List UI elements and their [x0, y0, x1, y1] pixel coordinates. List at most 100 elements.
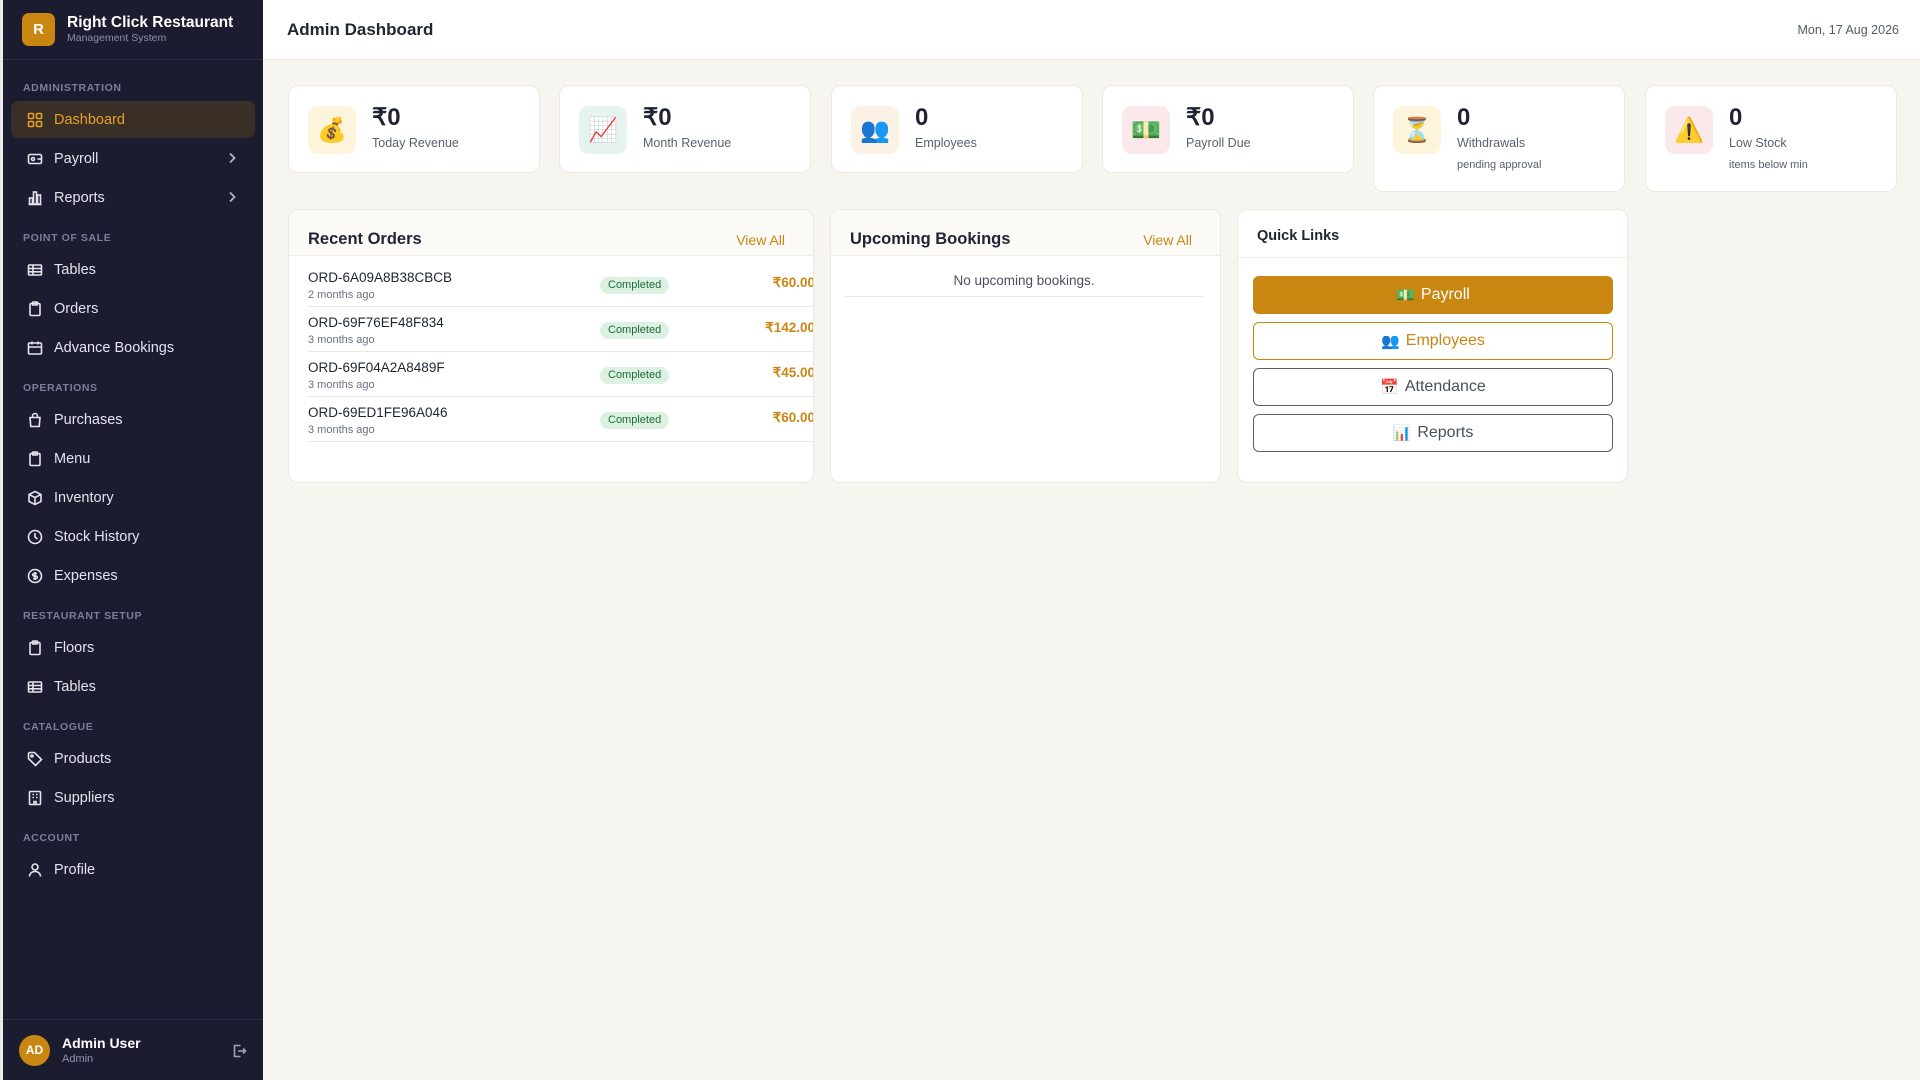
- quick-link-payroll-button[interactable]: 💵 Payroll: [1253, 276, 1613, 314]
- box-icon: [26, 489, 43, 506]
- logout-icon[interactable]: [231, 1043, 247, 1059]
- banknote-icon: 💵: [1122, 106, 1170, 154]
- sidebar-item-label: Reports: [54, 189, 105, 206]
- section-label-catalogue: Catalogue: [23, 721, 94, 733]
- table-icon: [26, 261, 43, 278]
- sidebar-item-label: Tables: [54, 261, 96, 278]
- brand-subtitle: Management System: [67, 32, 167, 44]
- sidebar-item-label: Profile: [54, 861, 96, 878]
- status-badge: Completed: [600, 367, 670, 384]
- sidebar-item-advance-bookings[interactable]: Advance Bookings: [11, 329, 255, 366]
- upcoming-bookings-panel: Upcoming Bookings View All No upcoming b…: [830, 209, 1221, 483]
- stat-label: Employees: [915, 136, 977, 150]
- panel-header: Recent Orders View All: [289, 210, 813, 256]
- clock-icon: [26, 528, 43, 545]
- section-label-operations: Operations: [23, 382, 98, 394]
- people-icon: 👥: [1381, 333, 1400, 350]
- stat-value: ₹0: [1186, 104, 1215, 131]
- sidebar-item-label: Stock History: [54, 528, 140, 545]
- table-row[interactable]: ORD-6A09A8B38CBCB 2 months ago Completed…: [308, 262, 813, 307]
- panel-title: Quick Links: [1257, 228, 1340, 244]
- sidebar-item-dashboard[interactable]: Dashboard: [11, 101, 255, 138]
- stat-value: 0: [1457, 104, 1471, 131]
- user-role: Admin: [62, 1052, 94, 1065]
- order-id: ORD-69F04A2A8489F: [308, 360, 445, 375]
- page-title: Admin Dashboard: [287, 20, 434, 39]
- stat-label: Today Revenue: [372, 136, 459, 150]
- order-amount: ₹60.00: [772, 410, 814, 425]
- grid-icon: [26, 111, 43, 128]
- section-label-restaurant-setup: Restaurant Setup: [23, 610, 143, 622]
- bar-chart-icon: [26, 189, 43, 206]
- clipboard-icon: [26, 639, 43, 656]
- stat-label: Withdrawals: [1457, 136, 1526, 150]
- order-id: ORD-69F76EF48F834: [308, 315, 444, 330]
- brand: R Right Click Restaurant Management Syst…: [0, 0, 263, 60]
- sidebar-item-floors[interactable]: Floors: [11, 629, 255, 666]
- avatar[interactable]: AD: [19, 1034, 50, 1066]
- quick-links-panel: Quick Links 💵 Payroll 👥 Employees 📅 Atte…: [1237, 209, 1628, 483]
- status-badge: Completed: [600, 322, 670, 339]
- order-id: ORD-6A09A8B38CBCB: [308, 270, 453, 285]
- clipboard-icon: [26, 300, 43, 317]
- section-label-account: Account: [23, 832, 80, 844]
- sidebar-item-menu[interactable]: Menu: [11, 440, 255, 477]
- status-badge: Completed: [600, 277, 670, 294]
- sidebar-item-suppliers[interactable]: Suppliers: [11, 779, 255, 816]
- stat-card-payroll-due: 💵 ₹0 Payroll Due: [1102, 85, 1354, 173]
- sidebar-item-stock-history[interactable]: Stock History: [11, 518, 255, 555]
- order-time: 3 months ago: [308, 334, 375, 346]
- sidebar-item-label: Purchases: [54, 411, 123, 428]
- sidebar-item-label: Advance Bookings: [54, 339, 175, 356]
- view-all-orders-link[interactable]: View All: [736, 232, 785, 248]
- stat-sublabel: items below min: [1729, 159, 1808, 171]
- sidebar: R Right Click Restaurant Management Syst…: [0, 0, 263, 1080]
- stat-label: Month Revenue: [643, 136, 732, 150]
- sidebar-item-purchases[interactable]: Purchases: [11, 401, 255, 438]
- sidebar-item-label: Floors: [54, 639, 95, 656]
- stat-card-withdrawals: ⏳ 0 Withdrawals pending approval: [1373, 85, 1625, 192]
- brand-title: Right Click Restaurant: [67, 14, 234, 31]
- sidebar-item-label: Inventory: [54, 489, 114, 506]
- sidebar-item-label: Suppliers: [54, 789, 115, 806]
- table-row[interactable]: ORD-69ED1FE96A046 3 months ago Completed…: [308, 397, 814, 442]
- section-label-administration: Administration: [23, 82, 122, 94]
- window-edge: [0, 0, 3, 1080]
- table-row[interactable]: ORD-69F04A2A8489F 3 months ago Completed…: [308, 352, 814, 397]
- sidebar-item-products[interactable]: Products: [11, 740, 255, 777]
- bar-chart-icon: 📊: [1392, 425, 1412, 442]
- banknote-icon: 💵: [1396, 287, 1415, 304]
- recent-orders-panel: Recent Orders View All ORD-6A09A8B38CBCB…: [288, 209, 814, 483]
- quick-link-attendance-button[interactable]: 📅 Attendance: [1253, 368, 1613, 406]
- panel-header: Upcoming Bookings View All: [831, 210, 1220, 256]
- sidebar-item-inventory[interactable]: Inventory: [11, 479, 255, 516]
- chevron-right-icon: [225, 151, 239, 165]
- status-badge: Completed: [600, 412, 670, 429]
- stat-value: 0: [915, 104, 929, 131]
- view-all-bookings-link[interactable]: View All: [1143, 232, 1192, 248]
- stat-value: ₹0: [643, 104, 672, 131]
- sidebar-item-label: Payroll: [54, 150, 99, 167]
- people-icon: 👥: [851, 106, 899, 154]
- sidebar-item-payroll[interactable]: Payroll: [11, 140, 255, 177]
- button-label: Reports: [1417, 424, 1474, 441]
- sidebar-item-tables[interactable]: Tables: [11, 251, 255, 288]
- order-amount: ₹45.00: [772, 365, 814, 380]
- quick-link-reports-button[interactable]: 📊 Reports: [1253, 414, 1613, 452]
- sidebar-item-reports[interactable]: Reports: [11, 179, 255, 216]
- order-time: 3 months ago: [308, 379, 375, 391]
- sidebar-item-orders[interactable]: Orders: [11, 290, 255, 327]
- table-row[interactable]: ORD-69F76EF48F834 3 months ago Completed…: [308, 307, 813, 352]
- sidebar-item-expenses[interactable]: Expenses: [11, 557, 255, 594]
- stat-value: 0: [1729, 104, 1743, 131]
- sidebar-item-setup-tables[interactable]: Tables: [11, 668, 255, 705]
- stat-sublabel: pending approval: [1457, 159, 1542, 171]
- quick-link-employees-button[interactable]: 👥 Employees: [1253, 322, 1613, 360]
- panel-header: Quick Links: [1238, 210, 1627, 258]
- money-bag-icon: 💰: [308, 106, 356, 154]
- tag-icon: [26, 750, 43, 767]
- button-label: Payroll: [1420, 286, 1470, 303]
- sidebar-item-profile[interactable]: Profile: [11, 851, 255, 888]
- user-profile-footer: AD Admin User Admin: [3, 1019, 263, 1080]
- user-name: Admin User: [62, 1034, 141, 1051]
